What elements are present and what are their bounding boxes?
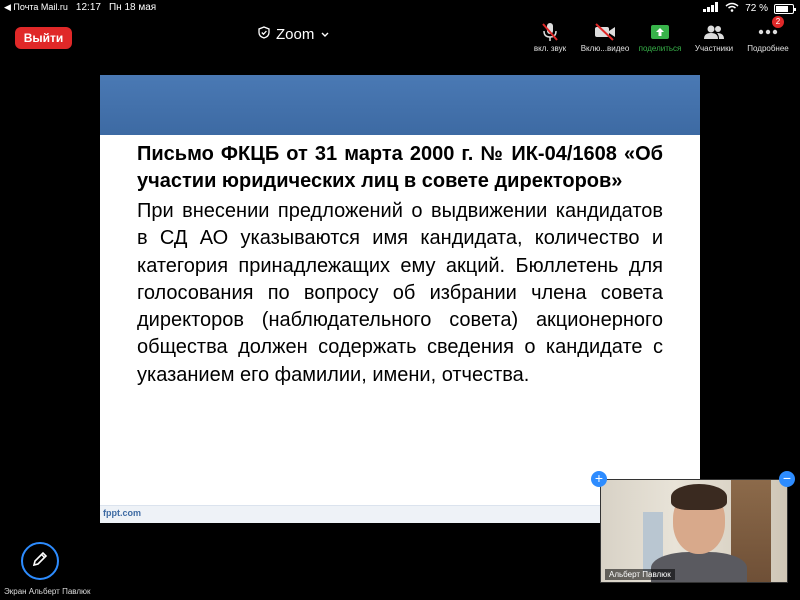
video-off-icon	[575, 22, 635, 42]
more-label: Подробнее	[747, 44, 789, 53]
unmute-label: вкл. звук	[533, 44, 567, 53]
leave-button[interactable]: Выйти	[15, 27, 72, 49]
share-screen-label: поделиться	[638, 44, 682, 53]
annotate-label: Экран Альберт Павлюк	[4, 587, 91, 596]
slide-footer-label: fppt.com	[103, 508, 141, 518]
minimize-video-button[interactable]: −	[779, 471, 795, 487]
video-person-hair	[671, 484, 727, 510]
unmute-button[interactable]: вкл. звук	[520, 22, 580, 53]
annotate-button[interactable]	[21, 542, 59, 580]
participants-icon	[684, 22, 744, 42]
battery-percent: 72 %	[745, 3, 768, 14]
slide-body: При внесении предложений о выдвижении ка…	[137, 200, 663, 386]
share-screen-button[interactable]: поделиться	[630, 22, 690, 53]
plus-icon: +	[594, 470, 604, 486]
shield-icon	[258, 26, 270, 43]
start-video-label: Вклю...видео	[580, 44, 630, 53]
more-badge: 2	[772, 16, 784, 28]
self-video-name: Альберт Павлюк	[605, 569, 675, 580]
participants-label: Участники	[694, 44, 734, 53]
slide-header-band	[100, 75, 700, 135]
meeting-title[interactable]: Zoom	[258, 26, 330, 43]
slide-content: Письмо ФКЦБ от 31 марта 2000 г. № ИК-04/…	[137, 141, 663, 389]
status-time: 12:17	[75, 2, 101, 13]
share-screen-icon	[630, 22, 690, 42]
pencil-icon	[31, 550, 49, 573]
start-video-button[interactable]: Вклю...видео	[575, 22, 635, 53]
status-date: Пн 18 мая	[108, 2, 157, 13]
shared-screen-slide: Письмо ФКЦБ от 31 марта 2000 г. № ИК-04/…	[100, 75, 700, 523]
slide-title: Письмо ФКЦБ от 31 марта 2000 г. № ИК-04/…	[137, 143, 663, 192]
minus-icon: −	[782, 470, 792, 486]
expand-video-button[interactable]: +	[591, 471, 607, 487]
signal-icon	[703, 2, 719, 15]
battery-icon	[774, 3, 796, 14]
self-video-tile[interactable]: Альберт Павлюк	[600, 479, 788, 583]
chevron-down-icon	[320, 26, 330, 43]
microphone-muted-icon	[520, 22, 580, 42]
meeting-title-label: Zoom	[276, 26, 315, 43]
participants-button[interactable]: Участники	[684, 22, 744, 53]
wifi-icon	[725, 2, 739, 15]
status-bar: ◀ Почта Mail.ru 12:17 Пн 18 мая 72 %	[0, 0, 800, 16]
more-button[interactable]: 2 Подробнее	[738, 16, 798, 53]
more-icon	[738, 22, 798, 42]
back-app-label: Почта Mail.ru	[13, 2, 68, 12]
back-app-link[interactable]: ◀ Почта Mail.ru	[4, 2, 68, 13]
